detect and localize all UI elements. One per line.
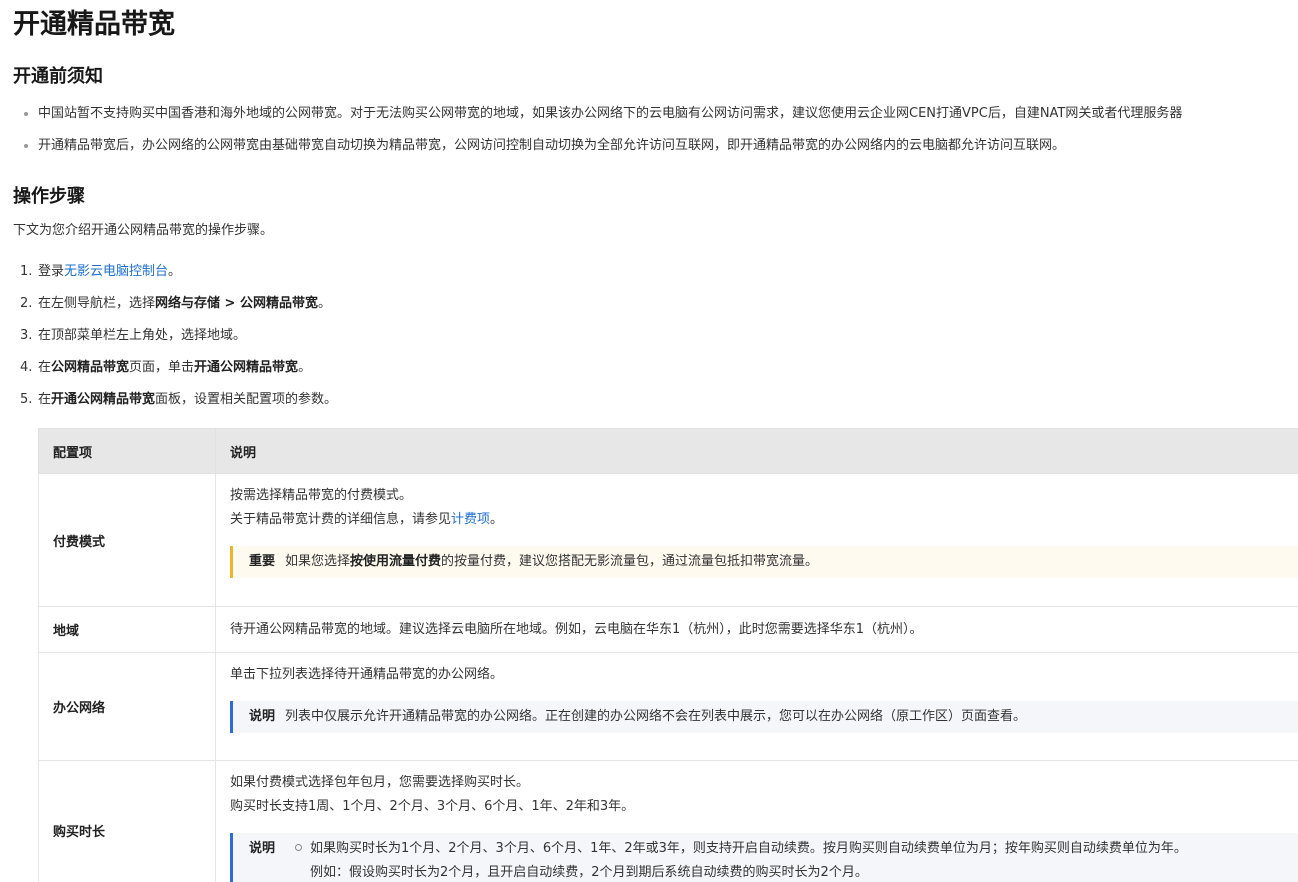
list-item: 中国站暂不支持购买中国香港和海外地域的公网带宽。对于无法购买公网带宽的地域，如果… xyxy=(20,100,1298,132)
step-text: 在 xyxy=(38,392,52,407)
notice-heading: 开通前须知 xyxy=(13,66,103,87)
step-item: 2. 在左侧导航栏，选择网络与存储 > 公网精品带宽。 xyxy=(20,294,337,326)
config-description: 待开通公网精品带宽的地域。建议选择云电脑所在地域。例如，云电脑在华东1（杭州），… xyxy=(215,606,1298,653)
bullet-icon xyxy=(24,112,28,116)
step-bold: 网络与存储 > 公网精品带宽 xyxy=(155,296,318,311)
config-description: 按需选择精品带宽的付费模式。 关于精品带宽计费的详细信息，请参见计费项。 重要如… xyxy=(215,473,1298,607)
note-label: 说明 xyxy=(249,841,276,856)
description-line: 购买时长支持1周、1个月、2个月、3个月、6个月、1年、2年和3年。 xyxy=(230,799,635,814)
description-line: 待开通公网精品带宽的地域。建议选择云电脑所在地域。例如，云电脑在华东1（杭州），… xyxy=(230,621,923,637)
document-page: 开通精品带宽 开通前须知 中国站暂不支持购买中国香港和海外地域的公网带宽。对于无… xyxy=(0,0,1298,882)
step-bold: 公网精品带宽 xyxy=(51,360,130,375)
table-row: 购买时长 如果付费模式选择包年包月，您需要选择购买时长。 购买时长支持1周、1个… xyxy=(38,760,1298,882)
column-header: 配置项 xyxy=(38,428,216,474)
config-description: 单击下拉列表选择待开通精品带宽的办公网络。 说明 列表中仅展示允许开通精品带宽的办… xyxy=(215,652,1298,761)
step-text: 在左侧导航栏，选择 xyxy=(38,296,156,311)
steps-list: 1. 登录无影云电脑控制台。 2. 在左侧导航栏，选择网络与存储 > 公网精品带宽。… xyxy=(20,262,337,422)
step-number: 3. xyxy=(20,328,33,343)
note-bold: 按使用流量付费 xyxy=(350,554,442,569)
table-row: 地域 待开通公网精品带宽的地域。建议选择云电脑所在地域。例如，云电脑在华东1（杭… xyxy=(38,606,1298,653)
notice-item-text: 中国站暂不支持购买中国香港和海外地域的公网带宽。对于无法购买公网带宽的地域，如果… xyxy=(38,106,1183,121)
info-note: 说明 列表中仅展示允许开通精品带宽的办公网络。正在创建的办公网络不会在列表中展示，… xyxy=(230,701,1298,733)
list-item: 例如：假设购买时长为2个月，且开启自动续费，2个月到期后系统自动续费的购买时长为… xyxy=(285,861,1187,882)
step-text: 登录 xyxy=(38,264,65,279)
steps-heading: 操作步骤 xyxy=(13,186,85,207)
step-item: 3. 在顶部菜单栏左上角处，选择地域。 xyxy=(20,326,337,358)
column-header: 说明 xyxy=(215,428,1298,474)
step-text: 页面，单击 xyxy=(129,360,195,375)
config-key: 付费模式 xyxy=(38,473,216,607)
console-link[interactable]: 无影云电脑控制台 xyxy=(64,264,168,279)
list-item: 如果购买时长为1个月、2个月、3个月、6个月、1年、2年或3年，则支持开启自动续… xyxy=(285,837,1187,861)
important-note: 重要 如果您选择按使用流量付费的按量付费，建议您搭配无影流量包，通过流量包抵扣带宽… xyxy=(230,546,1298,578)
list-item: 开通精品带宽后，办公网络的公网带宽由基础带宽自动切换为精品带宽，公网访问控制自动… xyxy=(20,132,1298,164)
step-number: 5. xyxy=(20,392,33,407)
page-title: 开通精品带宽 xyxy=(13,9,175,40)
note-label: 说明 xyxy=(249,709,276,724)
description-line: 按需选择精品带宽的付费模式。 xyxy=(230,488,413,503)
step-item: 5. 在开通公网精品带宽面板，设置相关配置项的参数。 xyxy=(20,390,337,422)
config-key: 办公网络 xyxy=(38,652,216,761)
note-text: 列表中仅展示允许开通精品带宽的办公网络。正在创建的办公网络不会在列表中展示，您可… xyxy=(285,709,1027,724)
note-text: 如果您选择 xyxy=(285,554,351,569)
billing-items-link[interactable]: 计费项 xyxy=(451,512,490,527)
table-row: 付费模式 按需选择精品带宽的付费模式。 关于精品带宽计费的详细信息，请参见计费项… xyxy=(38,473,1298,607)
circle-bullet-icon xyxy=(295,844,303,851)
step-text: 。 xyxy=(298,360,312,375)
step-text: 。 xyxy=(317,296,331,311)
notice-list: 中国站暂不支持购买中国香港和海外地域的公网带宽。对于无法购买公网带宽的地域，如果… xyxy=(20,100,1298,164)
config-key: 购买时长 xyxy=(38,760,216,882)
note-text: 的按量付费，建议您搭配无影流量包，通过流量包抵扣带宽流量。 xyxy=(441,554,819,569)
table-row: 办公网络 单击下拉列表选择待开通精品带宽的办公网络。 说明 列表中仅展示允许开通精… xyxy=(38,652,1298,761)
step-text: 在顶部菜单栏左上角处，选择地域。 xyxy=(38,328,247,343)
step-number: 4. xyxy=(20,360,33,375)
step-item: 1. 登录无影云电脑控制台。 xyxy=(20,262,337,294)
config-key: 地域 xyxy=(38,606,216,653)
steps-intro: 下文为您介绍开通公网精品带宽的操作步骤。 xyxy=(13,223,274,238)
bullet-icon xyxy=(24,144,28,148)
step-item: 4. 在公网精品带宽页面，单击开通公网精品带宽。 xyxy=(20,358,337,390)
description-line: 如果付费模式选择包年包月，您需要选择购买时长。 xyxy=(230,775,530,790)
description-text: 关于精品带宽计费的详细信息，请参见 xyxy=(230,512,452,527)
step-text: 。 xyxy=(168,264,182,279)
config-description: 如果付费模式选择包年包月，您需要选择购买时长。 购买时长支持1周、1个月、2个月… xyxy=(215,760,1298,882)
notice-item-text: 开通精品带宽后，办公网络的公网带宽由基础带宽自动切换为精品带宽，公网访问控制自动… xyxy=(38,138,1066,153)
config-table: 配置项 说明 付费模式 按需选择精品带宽的付费模式。 关于精品带宽计费的详细信息… xyxy=(38,428,1298,882)
note-sublist: 如果购买时长为1个月、2个月、3个月、6个月、1年、2年或3年，则支持开启自动续… xyxy=(285,837,1187,882)
note-text: 例如：假设购买时长为2个月，且开启自动续费，2个月到期后系统自动续费的购买时长为… xyxy=(310,865,868,880)
step-number: 2. xyxy=(20,296,33,311)
description-line: 关于精品带宽计费的详细信息，请参见计费项。 xyxy=(230,508,1289,532)
note-text: 如果购买时长为1个月、2个月、3个月、6个月、1年、2年或3年，则支持开启自动续… xyxy=(310,841,1187,856)
step-number: 1. xyxy=(20,264,33,279)
step-bold: 开通公网精品带宽 xyxy=(51,392,156,407)
table-header-row: 配置项 说明 xyxy=(38,428,1298,474)
info-note: 说明 如果购买时长为1个月、2个月、3个月、6个月、1年、2年或3年，则支持开启… xyxy=(230,833,1298,882)
note-label: 重要 xyxy=(249,554,276,569)
description-text: 。 xyxy=(490,512,504,527)
step-text: 在 xyxy=(38,360,52,375)
step-text: 面板，设置相关配置项的参数。 xyxy=(155,392,338,407)
step-bold: 开通公网精品带宽 xyxy=(194,360,299,375)
description-line: 单击下拉列表选择待开通精品带宽的办公网络。 xyxy=(230,667,504,682)
